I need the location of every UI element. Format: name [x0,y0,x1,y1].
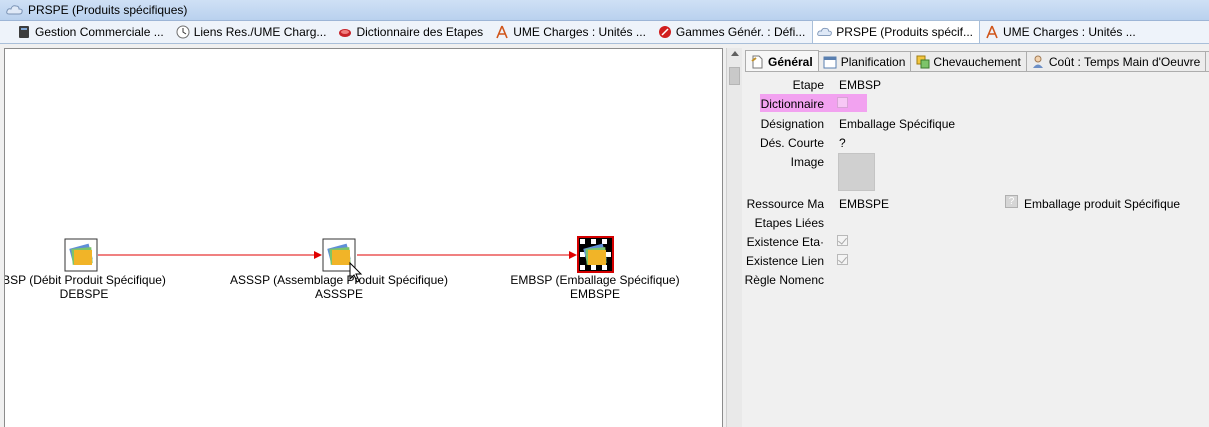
overlap-icon [915,55,930,70]
label-designation: Désignation [760,117,824,131]
calendar-icon [823,55,838,70]
steak-icon [337,24,353,40]
document-icon [750,54,765,69]
label-etapes-liees: Etapes Liées [754,216,824,230]
help-question-icon[interactable]: ? [1005,195,1018,208]
value-designation[interactable]: Emballage Spécifique [839,117,955,131]
checkbox-existence-etape[interactable] [837,235,848,246]
server-icon [16,24,32,40]
properties-tabs: Général Planification Chevauchement Coût… [745,50,1209,72]
label-image: Image [790,155,824,169]
tab-cout-temps-main-oeuvre[interactable]: Coût : Temps Main d'Oeuvre [1025,51,1207,72]
doc-tab-liens-res[interactable]: Liens Res./UME Charg... [171,21,334,43]
label-ressource: Ressource Ma [746,197,824,211]
doc-tab-gestion-commerciale[interactable]: Gestion Commerciale ... [12,21,171,43]
diagram-node-embsp[interactable] [577,236,614,273]
compass-icon [984,24,1000,40]
label-existence-etape: Existence Eta· [746,235,824,249]
compass-icon [494,24,510,40]
person-icon [1031,55,1046,70]
value-etape[interactable]: EMBSP [839,78,881,92]
doc-tab-ume-charges-2[interactable]: UME Charges : Unités ... [980,21,1143,43]
label-existence-lien: Existence Lien [745,254,824,268]
value-ressource-description: Emballage produit Spécifique [1024,197,1181,211]
cloud-icon [6,4,24,16]
properties-scrollbar[interactable] [726,48,742,427]
cloud-icon [817,24,833,40]
value-des-courte[interactable]: ? [839,136,846,150]
checkbox-dictionnaire[interactable] [837,97,848,108]
label-dictionnaire: Dictionnaire [760,97,824,111]
node-label-asssp: ASSSP (Assemblage Produit Spécifique) AS… [230,273,448,301]
doc-tab-ume-charges-1[interactable]: UME Charges : Unités ... [490,21,653,43]
doc-tab-prspe[interactable]: PRSPE (Produits spécif... [812,20,980,43]
red-circle-icon [657,24,673,40]
label-des-courte: Dés. Courte [759,136,824,150]
doc-tab-gammes-gener[interactable]: Gammes Génér. : Défi... [653,21,812,43]
image-placeholder[interactable] [838,153,875,191]
diagram-canvas[interactable]: BSP (Débit Produit Spécifique) DEBSPE AS… [4,48,723,427]
tab-general[interactable]: Général [745,50,819,72]
node-label-debspe: BSP (Débit Produit Spécifique) DEBSPE [4,273,166,301]
window-title: PRSPE (Produits spécifiques) [28,3,188,17]
doc-tab-dictionnaire-etapes[interactable]: Dictionnaire des Etapes [333,21,490,43]
document-tabs: Gestion Commerciale ... Liens Res./UME C… [0,20,1209,44]
clock-icon [175,24,191,40]
diagram-node-debspe[interactable] [64,238,98,272]
scroll-thumb[interactable] [729,67,740,85]
label-etape: Etape [792,78,824,92]
scroll-up-arrow-icon[interactable] [731,51,739,56]
tab-chevauchement[interactable]: Chevauchement [910,51,1027,72]
node-label-embsp: EMBSP (Emballage Spécifique) EMBSPE [510,273,680,301]
tab-planification[interactable]: Planification [817,51,912,72]
checkbox-existence-lien[interactable] [837,254,848,265]
label-regle-nomenc: Règle Nomenc [744,273,824,287]
tab-overflow[interactable] [1205,51,1209,72]
value-ressource[interactable]: EMBSPE [839,197,889,211]
window-titlebar: PRSPE (Produits spécifiques) [0,0,1209,21]
